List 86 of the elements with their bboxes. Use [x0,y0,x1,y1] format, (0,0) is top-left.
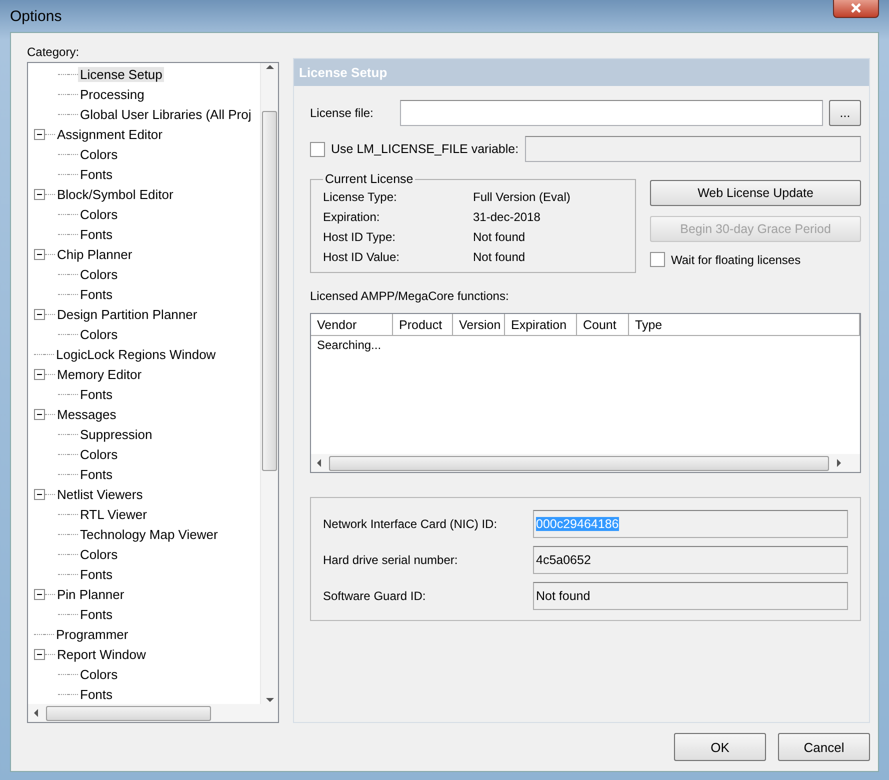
tree-item[interactable]: Fonts [78,226,115,242]
table-status: Searching... [317,338,382,352]
license-info-label: License Type: [323,190,398,204]
scroll-left-icon[interactable] [315,459,323,467]
panel-title: License Setup [299,65,388,80]
tree-item[interactable]: License Setup [78,66,164,82]
tree-item[interactable]: Technology Map Viewer [78,526,220,542]
machine-id-label: Network Interface Card (NIC) ID: [323,517,498,531]
lm-license-checkbox[interactable] [310,142,325,156]
scroll-left-icon[interactable] [32,709,40,717]
vertical-scrollbar[interactable] [260,63,278,704]
collapse-icon[interactable] [34,588,45,600]
tree-item[interactable]: Colors [78,206,120,222]
tree-item[interactable]: RTL Viewer [78,506,149,522]
column-header[interactable]: Product [393,314,453,335]
tree-item[interactable]: Fonts [78,686,115,702]
tree-item[interactable]: Fonts [78,286,115,302]
tree-item[interactable]: Assignment Editor [55,126,164,142]
tree-item[interactable]: Global User Libraries (All Proj [78,106,254,122]
column-header[interactable]: Version [453,314,505,335]
collapse-icon[interactable] [34,648,45,660]
tree-item[interactable]: Fonts [78,466,115,482]
tree-item[interactable]: Report Window [55,646,148,662]
machine-id-field[interactable]: 4c5a0652 [533,546,848,574]
tree-item[interactable]: Colors [78,326,120,342]
web-license-update-button[interactable]: Web License Update [650,180,861,206]
license-info-label: Host ID Type: [323,230,396,244]
tree-item[interactable]: Colors [78,666,120,682]
tree-item[interactable]: Fonts [78,166,115,182]
group-title: Current License [324,172,414,186]
functions-label: Licensed AMPP/MegaCore functions: [310,289,510,303]
tree-item[interactable]: Chip Planner [55,246,134,262]
collapse-icon[interactable] [34,308,45,320]
license-info-value: Full Version (Eval) [473,190,572,204]
dialog-button[interactable]: Cancel [778,733,870,761]
license-file-label: License file: [310,106,374,120]
window-title: Options [10,8,62,24]
close-button[interactable] [833,0,879,18]
tree-item[interactable]: Messages [55,406,118,422]
tree-item[interactable]: Colors [78,266,120,282]
tree-item[interactable]: Fonts [78,566,115,582]
license-info-value: Not found [473,230,526,244]
column-header[interactable]: Type [629,314,860,335]
tree-item[interactable]: Suppression [78,426,154,442]
machine-id-label: Software Guard ID: [323,589,427,603]
tree-item[interactable]: Pin Planner [55,586,126,602]
lm-license-field[interactable] [524,136,861,162]
license-info-value: 31-dec-2018 [473,210,542,224]
tree-item[interactable]: Colors [78,546,120,562]
license-info-label: Host ID Value: [323,250,400,264]
license-info-value: Not found [473,250,526,264]
horizontal-scrollbar[interactable] [311,454,860,472]
tree-item[interactable]: Programmer [54,626,130,642]
machine-id-label: Hard drive serial number: [323,553,459,567]
tree-item[interactable]: Block/Symbol Editor [55,186,176,202]
lm-license-label: Use LM_LICENSE_FILE variable: [331,142,519,156]
collapse-icon[interactable] [34,188,45,200]
tree-item[interactable]: Colors [78,146,120,162]
collapse-icon[interactable] [34,408,45,420]
tree-item[interactable]: Fonts [78,606,115,622]
browse-button[interactable]: ... [829,100,861,126]
category-label: Category: [27,45,80,59]
license-info-label: Expiration: [323,210,381,224]
license-file-field[interactable] [400,100,823,126]
scroll-up-icon[interactable] [266,63,274,71]
tree-item[interactable]: Netlist Viewers [55,486,145,502]
collapse-icon[interactable] [34,248,45,260]
tree-item[interactable]: LogicLock Regions Window [54,346,218,362]
close-icon [850,3,862,13]
collapse-icon[interactable] [34,488,45,500]
horizontal-scrollbar[interactable] [28,704,278,722]
tree-item[interactable]: Colors [78,446,120,462]
machine-id-field[interactable]: Not found [533,582,848,610]
tree-item[interactable]: Fonts [78,386,115,402]
tree-item[interactable]: Design Partition Planner [55,306,200,322]
wait-floating-label: Wait for floating licenses [671,252,801,266]
collapse-icon[interactable] [34,368,45,380]
scroll-right-icon[interactable] [835,459,843,467]
column-header[interactable]: Vendor [311,314,393,335]
collapse-icon[interactable] [34,128,45,140]
column-header[interactable]: Expiration [505,314,577,335]
tree-item[interactable]: Processing [78,86,146,102]
dialog-button[interactable]: OK [674,733,766,761]
wait-floating-checkbox[interactable] [650,252,665,267]
tree-item[interactable]: Memory Editor [55,366,144,382]
column-header[interactable]: Count [577,314,629,335]
